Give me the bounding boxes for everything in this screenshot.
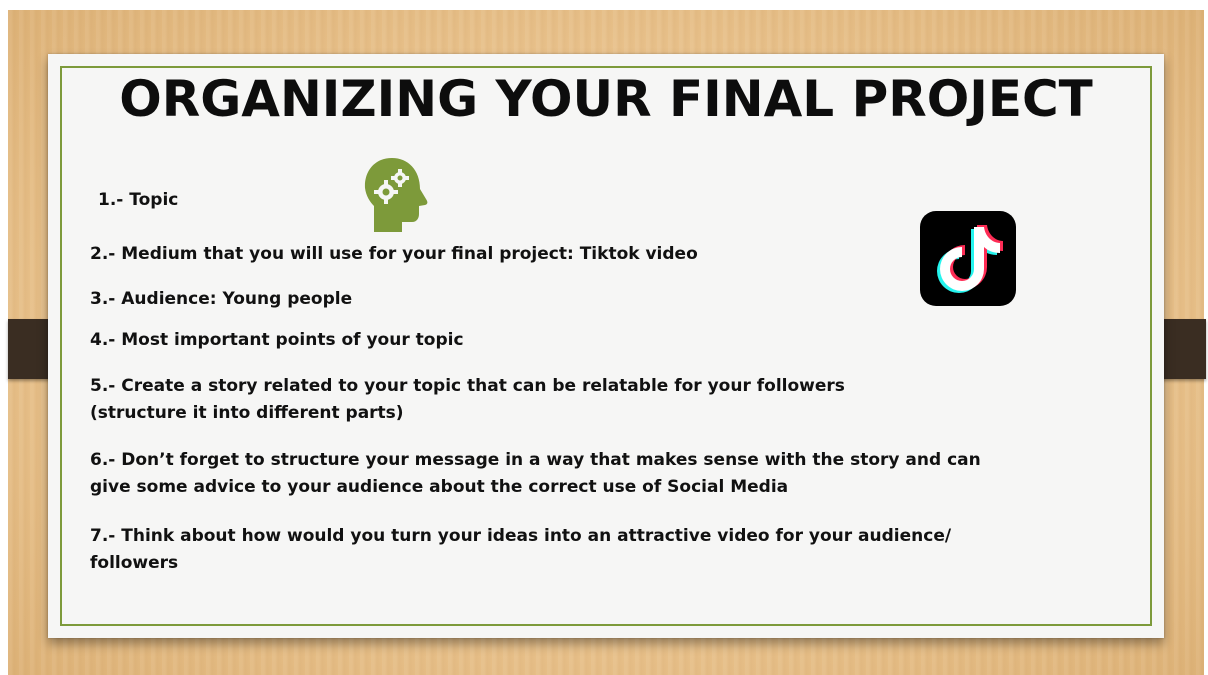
item-video-line1: 7.- Think about how would you turn your … xyxy=(90,526,952,546)
item-important-points: 4.- Most important points of your topic xyxy=(90,330,464,350)
item-medium: 2.- Medium that you will use for your fi… xyxy=(90,244,698,264)
head-gears-icon xyxy=(362,156,432,234)
slide-card: ORGANIZING YOUR FINAL PROJECT 1.- Topic … xyxy=(48,54,1164,638)
tiktok-logo-icon xyxy=(920,211,1016,306)
item-story-line1: 5.- Create a story related to your topic… xyxy=(90,376,845,396)
item-audience: 3.- Audience: Young people xyxy=(90,289,353,309)
item-topic: 1.- Topic xyxy=(98,190,179,210)
item-message-line1: 6.- Don’t forget to structure your messa… xyxy=(90,450,981,470)
slide-title: ORGANIZING YOUR FINAL PROJECT xyxy=(119,70,1093,128)
item-message-line2: give some advice to your audience about … xyxy=(90,477,789,497)
item-video-line2: followers xyxy=(90,553,179,573)
item-story-line2: (structure it into different parts) xyxy=(90,403,404,423)
